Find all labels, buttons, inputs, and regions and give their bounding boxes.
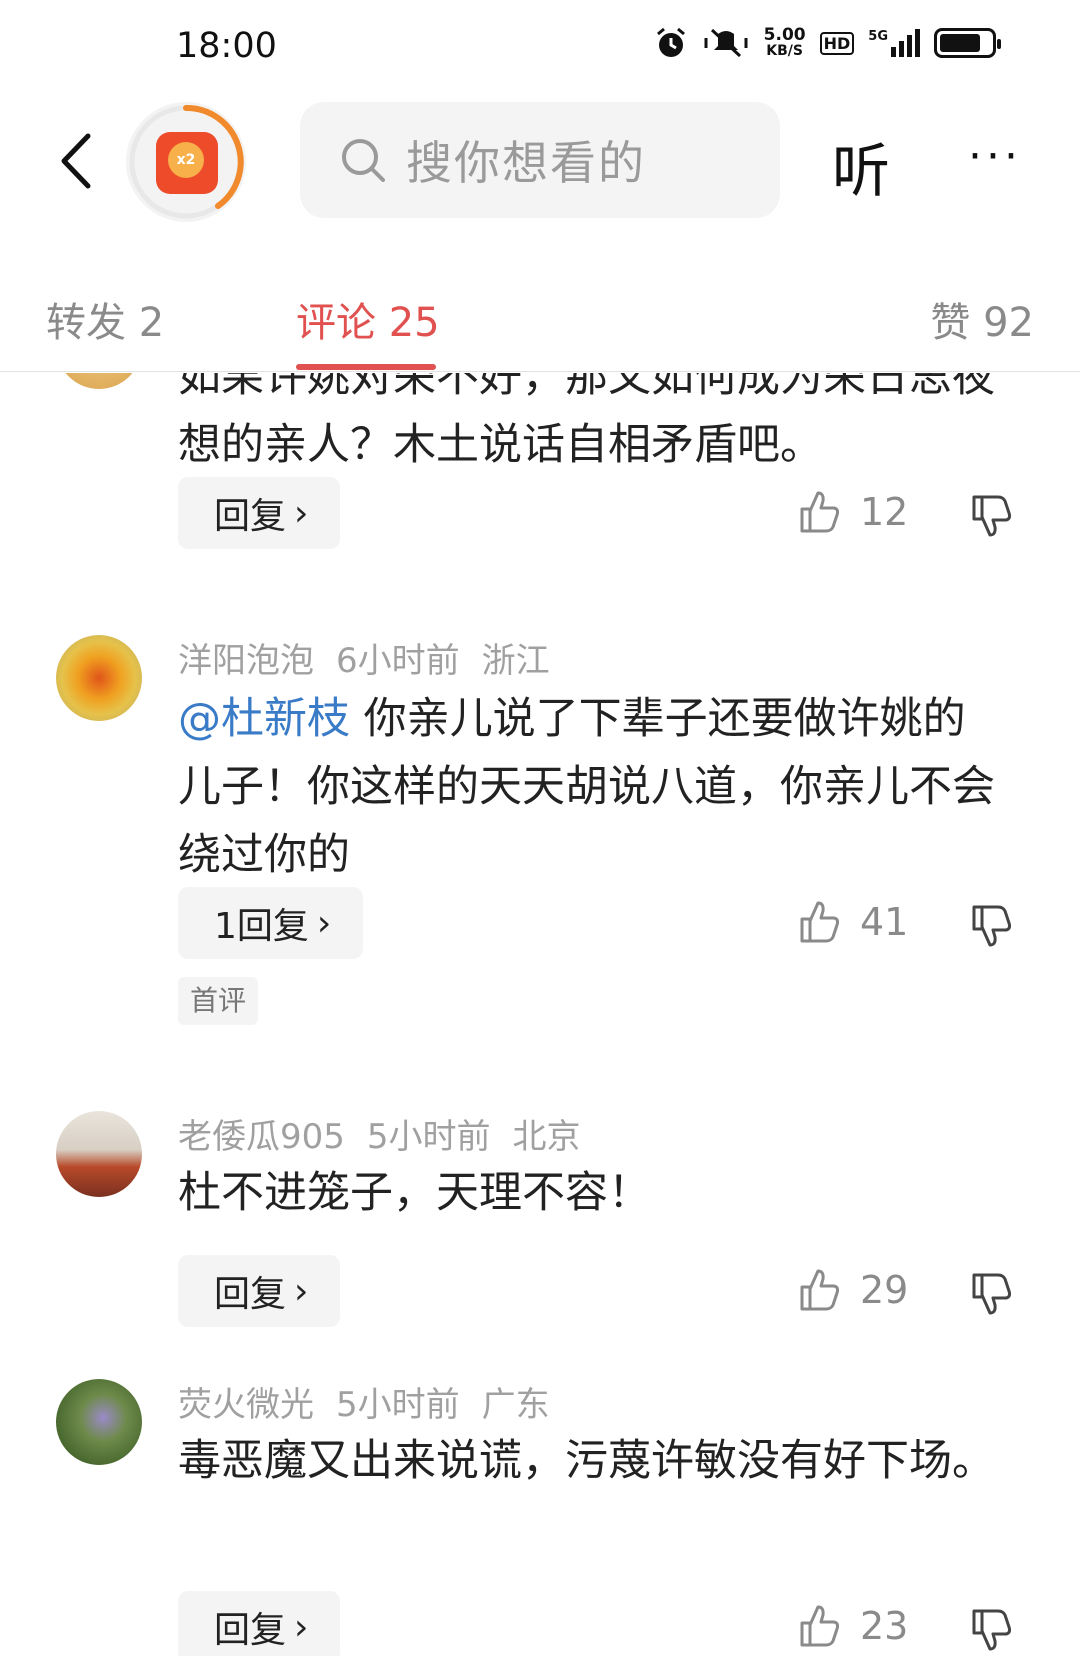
chevron-right-icon: › [294,1270,309,1312]
thumbs-up-icon [800,491,840,533]
reply-button[interactable]: 回复 › [178,1255,341,1327]
status-icons: 5.00 KB/S HD 5G [654,25,1001,60]
chevron-right-icon: › [294,1606,309,1648]
red-packet-button[interactable]: x2 [126,102,246,222]
reply-label: 1回复 [214,906,309,947]
thumbs-up-icon [800,901,840,943]
search-box[interactable]: 搜你想看的 [300,102,780,218]
like-count: 29 [860,1268,909,1312]
tab-likes[interactable]: 赞 92 [930,290,1034,348]
chevron-right-icon: › [294,492,309,534]
avatar[interactable] [56,373,142,389]
comment-time: 5小时前 [336,1385,460,1425]
reply-button[interactable]: 回复 › [178,1591,341,1656]
active-tab-indicator [296,364,436,370]
red-envelope-icon: x2 [156,132,218,194]
thumbs-up-icon [800,1269,840,1311]
net-speed-value: 5.00 [763,25,806,45]
reply-label: 回复 [214,496,287,537]
avatar[interactable] [56,1111,142,1197]
status-time: 18:00 [176,26,277,66]
alarm-icon [656,27,685,57]
tab-bar: 转发 2 评论 25 赞 92 [0,280,1080,372]
thumbs-down-icon[interactable] [968,493,1014,539]
like-button[interactable]: 41 [796,899,908,945]
reply-label: 回复 [214,1274,287,1315]
comment-text: 杜不进笼子，天理不容！ [178,1168,651,1218]
like-button[interactable]: 23 [796,1603,908,1649]
comment-text: @杜新枝 你亲儿说了下辈子还要做许姚的儿子！你这样的天天胡说八道，你亲儿不会绕过… [178,685,1008,889]
status-bar: 18:00 5.00 KB/S HD 5G [0,0,1080,96]
chevron-right-icon: › [316,902,332,944]
thumbs-down-icon[interactable] [968,1271,1014,1317]
signal-icon: 5G [868,29,920,57]
like-count: 23 [860,1604,909,1648]
battery-icon [934,28,1001,58]
comment-text: 毒恶魔又出来说谎，污蔑许敏没有好下场。 [178,1436,995,1486]
comment-location: 浙江 [481,641,550,681]
comment-meta: 荧火微光 5小时前 广东 [178,1377,572,1426]
multiplier-badge: x2 [168,142,204,178]
username[interactable]: 荧火微光 [178,1385,314,1425]
comment-text: 如果许姚对荣不好，那又如何成为荣日思夜想的亲人？木土说话自相矛盾吧。 [178,373,995,470]
search-placeholder: 搜你想看的 [406,136,646,190]
tab-comments[interactable]: 评论 25 [296,290,440,348]
comment-list: 如果许姚对荣不好，那又如何成为荣日思夜想的亲人？木土说话自相矛盾吧。 回复 › … [0,373,1080,1656]
reply-button[interactable]: 回复 › [178,477,341,549]
tab-reposts[interactable]: 转发 2 [46,290,164,348]
username[interactable]: 洋阳泡泡 [178,641,314,681]
first-comment-badge: 首评 [178,977,259,1025]
mention-link[interactable]: @杜新枝 [178,694,350,744]
like-button[interactable]: 12 [796,489,908,535]
mute-vibrate-icon [704,28,748,58]
reply-button[interactable]: 1回复 › [178,887,364,959]
more-button[interactable]: ··· [968,135,1022,179]
thumbs-up-icon [800,1605,840,1647]
like-count: 12 [860,490,909,534]
hd-badge: HD [819,31,855,55]
net-speed: 5.00 KB/S [763,25,806,60]
top-nav: x2 搜你想看的 听 ··· [0,96,1080,228]
avatar[interactable] [56,635,142,721]
search-icon [342,139,385,182]
net-speed-unit: KB/S [766,43,803,59]
comment-time: 6小时前 [336,641,460,681]
reply-label: 回复 [214,1610,287,1651]
comment-location: 北京 [512,1117,581,1157]
comment-location: 广东 [481,1385,550,1425]
like-count: 41 [860,900,909,944]
comment-meta: 老倭瓜905 5小时前 北京 [178,1109,603,1158]
avatar[interactable] [56,1379,142,1465]
like-button[interactable]: 29 [796,1267,908,1313]
thumbs-down-icon[interactable] [968,1607,1014,1653]
comment-time: 5小时前 [366,1117,491,1157]
back-icon[interactable] [48,126,118,196]
username[interactable]: 老倭瓜905 [178,1117,345,1157]
thumbs-down-icon[interactable] [968,903,1014,949]
listen-button[interactable]: 听 [832,124,890,208]
network-type: 5G [868,29,888,44]
comment-meta: 洋阳泡泡 6小时前 浙江 [178,633,572,682]
